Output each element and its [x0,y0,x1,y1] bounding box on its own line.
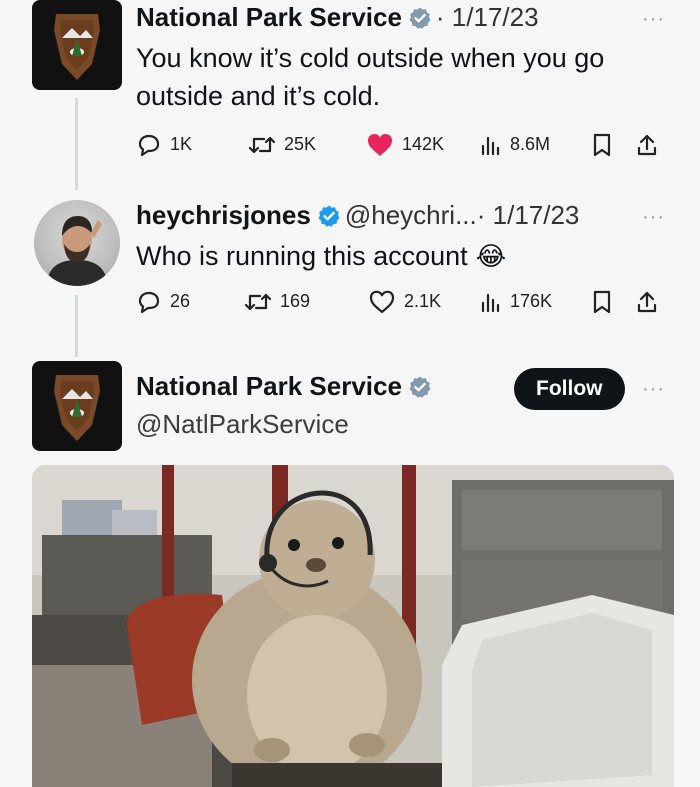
heychrisjones-avatar[interactable] [34,200,120,286]
tweet2-share-button[interactable] [636,290,662,314]
tweet2-handle[interactable]: @heychri... [345,200,477,231]
tweet1-date[interactable]: · 1/17/23 [436,2,539,33]
tweet2-like-count: 2.1K [404,291,442,311]
arrowhead-logo-icon [54,14,100,80]
tweet1-actions: 1K 25K 142K 8.6M [136,132,672,157]
arrowhead-logo-icon [54,375,100,441]
retweet-icon [248,136,276,153]
person-portrait-icon [46,216,108,286]
like-icon [368,134,392,156]
thread-connector [75,98,78,190]
verified-badge-icon [318,205,340,227]
verified-badge-icon [409,7,431,29]
tweet1-retweet-count: 25K [284,134,317,154]
tweet1-like-button[interactable]: 142K [366,132,480,157]
tweet2-retweet-button[interactable]: 169 [244,291,368,313]
share-icon [637,134,657,155]
tweet2-views-button[interactable]: 176K [480,291,592,313]
tweet2-reply-count: 26 [170,291,191,311]
nps-avatar-1[interactable] [32,0,122,90]
tweet2-header: heychrisjones @heychri... · 1/17/23 [136,200,579,231]
tweet2-view-count: 176K [510,291,553,311]
tweet2-author-name[interactable]: heychrisjones [136,200,311,231]
tweet3-photo[interactable] [32,465,674,787]
reply-icon [138,291,160,313]
tweet1-bookmark-button[interactable] [592,133,636,157]
tweet2-more-icon[interactable]: ··· [642,206,665,229]
tweet1-reply-count: 1K [170,134,193,154]
bookmark-icon [593,290,611,313]
follow-button[interactable]: Follow [514,368,625,410]
tweet3-author-name[interactable]: National Park Service [136,371,402,402]
tweet1-text-line2: outside and it’s cold. [136,81,381,111]
tweet2-text-content: Who is running this account [136,241,468,271]
tweet1-text-line1: You know it’s cold outside when you go [136,43,605,73]
bookmark-icon [593,133,611,156]
tweet1-views-button[interactable]: 8.6M [480,134,592,156]
views-icon [481,136,500,155]
tweet1-reply-button[interactable]: 1K [136,133,248,157]
verified-badge-icon [409,376,431,398]
retweet-icon [244,293,272,310]
tweet2-text: Who is running this account 😂 [136,237,506,275]
tweet3-handle[interactable]: @NatlParkService [136,409,349,440]
tweet1-more-icon[interactable]: ··· [642,8,665,31]
tweet1-retweet-button[interactable]: 25K [248,134,366,156]
nps-avatar-2[interactable] [32,361,122,451]
tweet2-like-button[interactable]: 2.1K [368,289,480,314]
like-icon [369,290,395,314]
tweet1-share-button[interactable] [636,133,662,157]
tweet1-view-count: 8.6M [510,134,551,154]
tweet2-actions: 26 169 2.1K 176K [136,289,672,314]
thread-connector-2 [75,295,78,357]
tweet1-like-count: 142K [402,134,445,154]
tweet2-date[interactable]: · 1/17/23 [477,200,580,231]
tweet3-more-icon[interactable]: ··· [642,378,665,401]
tweet3-header: National Park Service [136,371,436,402]
prairie-dog-office-image [32,465,674,787]
tweet1-text: You know it’s cold outside when you go o… [136,39,604,115]
tweet1-header: National Park Service · 1/17/23 [136,2,539,33]
tweet2-retweet-count: 169 [280,291,311,311]
reply-icon [138,134,160,156]
tweet1-author-name[interactable]: National Park Service [136,2,402,33]
views-icon [481,293,500,312]
share-icon [637,291,657,312]
tweet2-bookmark-button[interactable] [592,290,636,314]
tweet2-reply-button[interactable]: 26 [136,290,244,314]
laughing-emoji-icon: 😂 [475,241,507,271]
